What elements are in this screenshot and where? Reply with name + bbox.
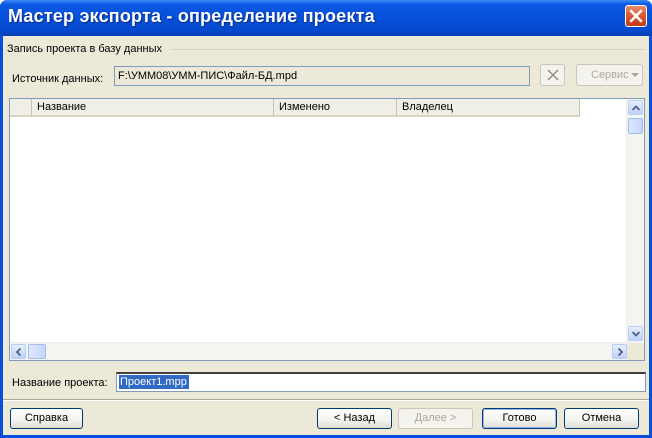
project-name-input[interactable]: Проект1.mpp: [116, 372, 646, 392]
column-header-label: Название: [37, 101, 87, 113]
cancel-button[interactable]: Отмена: [564, 408, 639, 429]
source-label: Источник данных:: [12, 73, 104, 85]
export-wizard-window: Мастер экспорта - определение проекта За…: [0, 0, 652, 438]
dialog-body: Запись проекта в базу данных Источник да…: [3, 36, 649, 435]
group-label: Запись проекта в базу данных: [7, 43, 162, 55]
horizontal-scrollbar[interactable]: [10, 342, 629, 360]
scroll-left-button[interactable]: [11, 344, 26, 359]
title-bar[interactable]: Мастер экспорта - определение проекта: [0, 0, 652, 36]
chevron-up-icon: [632, 105, 640, 111]
horizontal-scroll-thumb[interactable]: [28, 344, 46, 359]
window-title: Мастер экспорта - определение проекта: [8, 6, 375, 26]
scroll-up-button[interactable]: [628, 100, 643, 115]
column-header-modified[interactable]: Изменено: [274, 99, 397, 117]
group-divider: [171, 49, 645, 50]
back-button[interactable]: < Назад: [317, 408, 392, 429]
column-header-selector[interactable]: [10, 99, 32, 117]
scroll-down-button[interactable]: [628, 326, 643, 341]
chevron-right-icon: [617, 348, 624, 356]
column-header-owner[interactable]: Владелец: [397, 99, 580, 117]
scrollbar-corner: [627, 343, 644, 360]
next-button[interactable]: Далее >: [398, 408, 473, 429]
close-button[interactable]: [625, 5, 647, 27]
vertical-scroll-thumb[interactable]: [628, 118, 643, 134]
source-path-field: F:\УММ08\УММ-ПИС\Файл-БД.mpd: [114, 66, 530, 86]
chevron-down-icon: [631, 73, 639, 77]
footer-divider: [3, 399, 649, 401]
scroll-right-button[interactable]: [612, 344, 627, 359]
close-icon: [629, 9, 643, 23]
column-header-label: Изменено: [279, 101, 331, 113]
help-button[interactable]: Справка: [10, 408, 83, 429]
project-name-label: Название проекта:: [12, 377, 108, 389]
projects-list[interactable]: Название Изменено Владелец: [9, 98, 645, 361]
column-header-label: Владелец: [402, 101, 453, 113]
service-button[interactable]: Сервис: [576, 64, 643, 86]
chevron-down-icon: [632, 331, 640, 337]
finish-button[interactable]: Готово: [482, 408, 557, 429]
clear-source-button[interactable]: [540, 64, 565, 86]
vertical-scrollbar[interactable]: [626, 99, 644, 343]
service-button-label: Сервис: [591, 69, 629, 81]
chevron-left-icon: [15, 348, 22, 356]
column-header-name[interactable]: Название: [32, 99, 274, 117]
project-name-value[interactable]: Проект1.mpp: [119, 375, 189, 389]
close-icon: [547, 69, 559, 81]
